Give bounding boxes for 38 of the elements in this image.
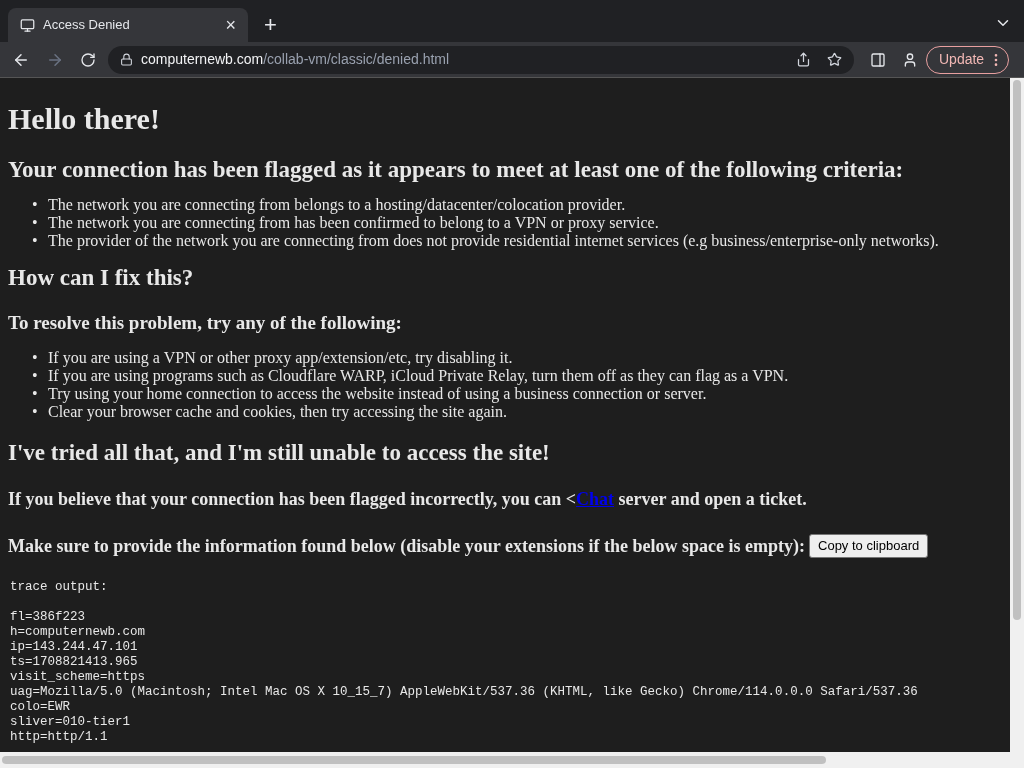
new-tab-button[interactable]: +: [264, 14, 277, 36]
site-favicon-icon: [20, 17, 35, 33]
side-panel-icon[interactable]: [870, 51, 886, 68]
horizontal-scrollbar[interactable]: [0, 752, 1010, 768]
bullet: •: [32, 348, 39, 367]
copy-to-clipboard-button[interactable]: Copy to clipboard: [809, 534, 929, 558]
step-item: Try using your home connection to access the website instead of using a business connection or server.: [48, 384, 707, 403]
browser-tab[interactable]: Access Denied ×: [8, 8, 248, 42]
step-item: If you are using programs such as Cloudflare WARP, iCloud Private Relay, turn them off as they can flag as a VPN.: [48, 366, 789, 385]
vertical-scrollbar[interactable]: [1010, 78, 1024, 768]
bullet: •: [32, 402, 39, 421]
address-bar[interactable]: computernewb.com/collab-vm/classic/denied.html: [108, 45, 854, 74]
section-subheading: To resolve this problem, try any of the following:: [8, 311, 403, 335]
trace-output: trace output: fl=386f223 h=computernewb.com ip=143.244.47.101 ts=1708821413.965 visit_scheme=https uag=Mozilla/5.0 (Macintosh; Intel Mac OS X 10_15_7) AppleWebKit/537.36 (KHTML, like Gecko) Chrome/114.0.0.0 Safari/537.36 colo=EWR sliver=010-tier1 http=http/1.1: [9, 579, 919, 745]
step-item: Clear your browser cache and cookies, then try accessing the site again.: [48, 402, 507, 421]
bullet: •: [32, 384, 39, 403]
bullet: •: [32, 214, 39, 233]
section-heading: How can I fix this?: [8, 264, 195, 293]
criteria-item: The network you are connecting from has been confirmed to belong to a VPN or proxy service.: [48, 214, 659, 233]
close-tab-button[interactable]: ×: [225, 16, 236, 34]
contact-sentence: If you believe that your connection has been flagged incorrectly, you can <Chat server and open a ticket.: [8, 487, 808, 511]
lock-icon: [120, 53, 133, 66]
criteria-item: The provider of the network you are connecting from does not provide residential internet services (e.g business/enterprise-only networks).: [48, 232, 939, 251]
bookmark-star-icon[interactable]: [827, 52, 842, 67]
url-text: computernewb.com/collab-vm/classic/denied.html: [141, 50, 451, 69]
bullet: •: [32, 366, 39, 385]
instruction-text: Make sure to provide the information found below (disable your extensions if the below space is empty):: [8, 534, 805, 558]
profile-icon[interactable]: [902, 51, 918, 68]
bullet: •: [32, 196, 39, 215]
reload-icon[interactable]: [80, 51, 96, 68]
step-item: If you are using a VPN or other proxy app/extension/etc, try disabling it.: [48, 348, 513, 367]
criteria-item: The network you are connecting from belongs to a hosting/datacenter/colocation provider.: [48, 196, 626, 215]
page-title: Hello there!: [8, 101, 161, 137]
criteria-heading: Your connection has been flagged as it appears to meet at least one of the following criteria:: [8, 155, 905, 184]
bullet: •: [32, 232, 39, 251]
tab-title: Access Denied: [43, 16, 131, 35]
share-icon[interactable]: [796, 52, 811, 67]
section-heading: I've tried all that, and I'm still unable to access the site!: [8, 438, 551, 467]
